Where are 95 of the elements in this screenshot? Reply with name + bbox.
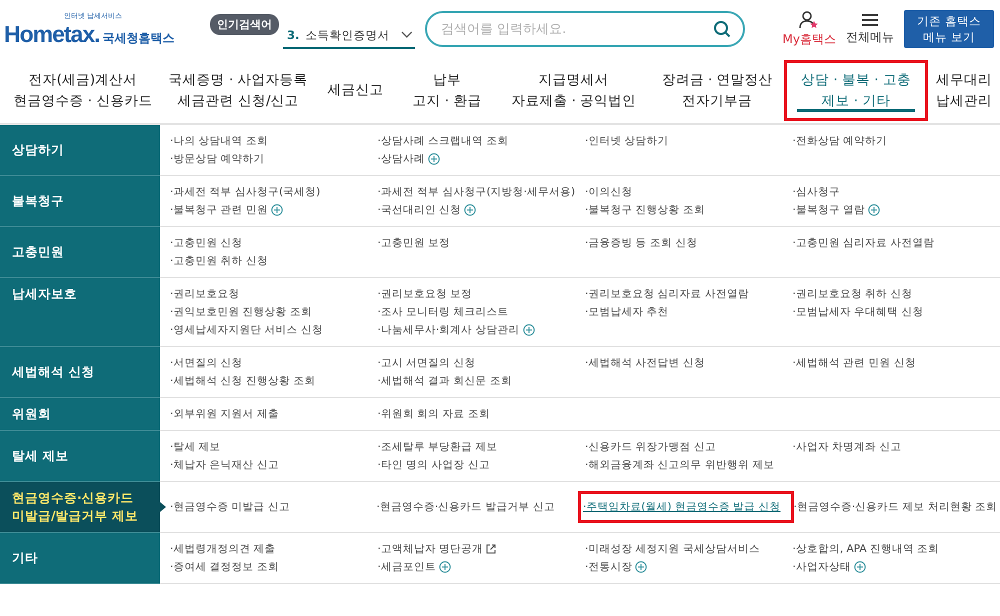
menu-link[interactable]: ·인터넷 상담하기	[585, 132, 669, 150]
plus-icon[interactable]	[868, 204, 880, 216]
menu-link[interactable]: ·과세전 적부 심사청구(국세청)	[170, 183, 320, 201]
menu-icon	[862, 12, 878, 26]
menu-link[interactable]: ·현금영수증·신용카드 발급거부 신고	[376, 498, 555, 516]
plus-icon[interactable]	[271, 204, 284, 216]
nav-tab[interactable]: 납부 고지 · 환급	[396, 60, 498, 121]
nav-tab[interactable]: 상담 · 불복 · 고충 제보 · 기타	[784, 60, 928, 121]
menu-link[interactable]: ·조사 모니터링 체크리스트	[378, 303, 509, 321]
nav-tab[interactable]: 국세증명 · 사업자등록 세금관련 신청/신고	[162, 60, 315, 121]
menu-link[interactable]: ·권리보호요청	[170, 285, 240, 303]
menu-link[interactable]: ·권리보호요청 심리자료 사전열람	[585, 285, 750, 303]
user-icon	[799, 10, 820, 28]
menu-link[interactable]: ·권리보호요청 취하 신청	[792, 285, 913, 303]
chevron-down-icon	[401, 31, 413, 39]
menu-link[interactable]: ·권익보호민원 진행상황 조회	[170, 303, 312, 321]
menu-link[interactable]: ·미래성장 세정지원 국세상담서비스	[585, 540, 760, 558]
section-heading[interactable]: 기타	[0, 533, 160, 584]
menu-link[interactable]: ·현금영수증·신용카드 제보 처리현황 조회	[794, 498, 998, 516]
menu-link[interactable]: ·세법령개정의견 제출	[170, 540, 276, 558]
legacy-menu-button[interactable]: 기존 홈택스 메뉴 보기	[904, 10, 994, 48]
menu-link[interactable]: ·방문상담 예약하기	[170, 150, 265, 168]
nav-tab[interactable]: 세무대리 납세관리	[928, 60, 1000, 121]
menu-link[interactable]: ·조세탈루 부당환급 제보	[378, 438, 498, 456]
section-heading[interactable]: 위원회	[0, 398, 160, 431]
menu-link[interactable]: ·외부위원 지원서 제출	[170, 405, 280, 423]
trending-select[interactable]: 3. 소득확인증명서	[283, 24, 415, 48]
external-link-icon	[486, 544, 496, 554]
all-menu-button[interactable]: 전체메뉴	[846, 12, 894, 46]
menu-link[interactable]: ·세금포인트	[378, 558, 451, 576]
pointer-icon	[160, 502, 166, 512]
menu-link[interactable]: ·권리보호요청 보정	[378, 285, 472, 303]
menu-link[interactable]: ·고충민원 보정	[378, 234, 450, 252]
menu-link[interactable]: ·전화상담 예약하기	[792, 132, 888, 150]
plus-icon[interactable]	[464, 204, 476, 216]
menu-link[interactable]: ·서면질의 신청	[170, 354, 243, 372]
my-hometax-button[interactable]: My홈택스	[782, 10, 836, 48]
menu-link[interactable]: ·사업자상태	[792, 558, 866, 576]
menu-link[interactable]: ·불복청구 열람	[792, 201, 880, 219]
menu-link[interactable]: ·고충민원 신청	[170, 234, 243, 252]
menu-link[interactable]: ·불복청구 진행상황 조회	[585, 201, 706, 219]
section-heading[interactable]: 탈세 제보	[0, 431, 160, 482]
menu-link[interactable]: ·증여세 결정정보 조회	[170, 558, 280, 576]
menu-link[interactable]: ·상호합의, APA 진행내역 조회	[792, 540, 940, 558]
menu-link[interactable]: ·고시 서면질의 신청	[378, 354, 476, 372]
plus-icon[interactable]	[438, 561, 451, 573]
section-heading[interactable]: 현금영수증·신용카드 미발급/발급거부 제보	[0, 482, 160, 533]
menu-link[interactable]: ·사업자 차명계좌 신고	[792, 438, 902, 456]
menu-link[interactable]: ·과세전 적부 심사청구(지방청·세무서용)	[378, 183, 576, 201]
menu-link[interactable]: ·세법해석 관련 민원 신청	[792, 354, 916, 372]
menu-link[interactable]: ·나눔세무사·회계사 상담관리	[378, 321, 535, 339]
menu-link[interactable]: ·심사청구	[792, 183, 840, 201]
plus-icon[interactable]	[854, 561, 866, 573]
menu-link[interactable]: ·이의신청	[585, 183, 632, 201]
menu-link[interactable]: ·탈세 제보	[170, 438, 221, 456]
section-heading[interactable]: 불복청구	[0, 176, 160, 227]
menu-link[interactable]: ·국선대리인 신청	[378, 201, 476, 219]
nav-tab[interactable]: 지급명세서 자료제출 · 공익법인	[497, 60, 650, 121]
section-heading[interactable]: 상담하기	[0, 125, 160, 176]
menu-link[interactable]: ·불복청구 관련 민원	[170, 201, 284, 219]
logo-wordmark[interactable]: Hometax.	[4, 20, 100, 48]
nav-tab[interactable]: 장려금 · 연말정산 전자기부금	[650, 60, 784, 121]
search-icon[interactable]	[713, 20, 731, 38]
menu-link[interactable]: ·고충민원 취하 신청	[170, 252, 268, 270]
section-heading[interactable]: 세법해석 신청	[0, 347, 160, 398]
menu-link[interactable]: ·나의 상담내역 조회	[170, 132, 268, 150]
menu-link[interactable]: ·세법해석 신청 진행상황 조회	[170, 372, 316, 390]
plus-icon[interactable]	[428, 153, 440, 165]
menu-link[interactable]: ·신용카드 위장가맹점 신고	[585, 438, 716, 456]
menu-link[interactable]: ·해외금융계좌 신고의무 위반행위 제보	[585, 456, 774, 474]
menu-link[interactable]: ·상담사례 스크랩내역 조회	[378, 132, 509, 150]
section-heading[interactable]: 고충민원	[0, 227, 160, 278]
menu-link[interactable]: ·고액체납자 명단공개	[378, 540, 496, 558]
search-bar[interactable]: 검색어를 입력하세요.	[425, 11, 745, 47]
menu-link[interactable]: ·전통시장	[585, 558, 648, 576]
menu-link[interactable]: ·타인 명의 사업장 신고	[378, 456, 490, 474]
menu-link[interactable]: ·주택임차료(월세) 현금영수증 발급 신청	[582, 498, 781, 516]
nav-tab[interactable]: 전자(세금)계산서 현금영수증 · 신용카드	[4, 60, 162, 121]
section-heading[interactable]: 납세자보호	[0, 278, 160, 347]
plus-icon[interactable]	[522, 324, 535, 336]
trending-badge: 인기검색어	[210, 14, 279, 34]
plus-icon[interactable]	[635, 561, 648, 573]
menu-link[interactable]: ·금융증빙 등 조회 신청	[585, 234, 698, 252]
menu-link[interactable]: ·세법해석 결과 회신문 조회	[378, 372, 512, 390]
nav-tab[interactable]: 세금신고	[314, 60, 396, 121]
menu-link[interactable]: ·상담사례	[378, 150, 440, 168]
menu-link[interactable]: ·현금영수증 미발급 신고	[170, 498, 290, 516]
menu-link[interactable]: ·고충민원 심리자료 사전열람	[792, 234, 935, 252]
menu-link[interactable]: ·영세납세자지원단 서비스 신청	[170, 321, 324, 339]
menu-link[interactable]: ·모범납세자 추천	[585, 303, 669, 321]
menu-link[interactable]: ·체납자 은닉재산 신고	[170, 456, 280, 474]
menu-link[interactable]: ·모범납세자 우대혜택 신청	[792, 303, 924, 321]
menu-link[interactable]: ·세법해석 사전답변 신청	[585, 354, 706, 372]
logo-title[interactable]: 국세청홈택스	[102, 30, 175, 46]
menu-link[interactable]: ·위원회 회의 자료 조회	[378, 405, 490, 423]
